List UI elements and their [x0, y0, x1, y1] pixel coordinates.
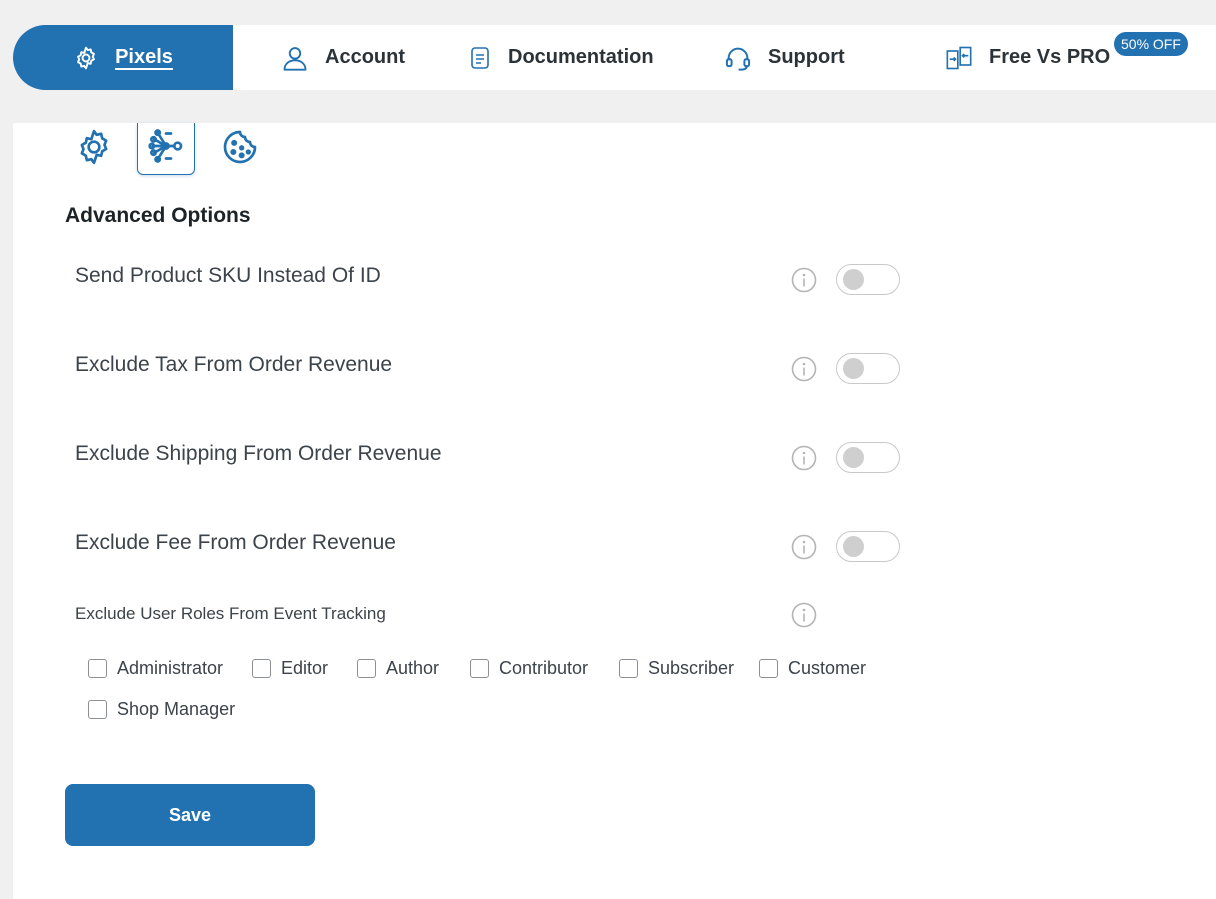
cookie-icon: [220, 127, 260, 172]
checkbox-label: Author: [386, 658, 440, 678]
checkbox-label: Contributor: [499, 658, 589, 678]
checkbox-contributor[interactable]: Contributor: [470, 658, 588, 679]
checkbox-label: Administrator: [117, 658, 224, 678]
checkbox-label: Editor: [281, 658, 329, 678]
option-label: Exclude Fee From Order Revenue: [75, 531, 396, 554]
toggle-send-sku[interactable]: [836, 264, 900, 295]
user-icon: [281, 44, 309, 72]
gear-icon: [73, 45, 99, 71]
headset-icon: [724, 44, 752, 72]
checkbox-box[interactable]: [470, 659, 489, 678]
compare-icon: [945, 44, 973, 72]
tab-label: Documentation: [508, 46, 654, 68]
checkbox-box[interactable]: [759, 659, 778, 678]
checkbox-box[interactable]: [88, 700, 107, 719]
user-roles-label: Exclude User Roles From Event Tracking: [75, 604, 386, 623]
info-icon[interactable]: [791, 267, 817, 293]
discount-badge: 50% OFF: [1114, 32, 1188, 56]
settings-panel: Advanced Options Send Product SKU Instea…: [13, 123, 1216, 899]
tab-label: Support: [768, 46, 845, 68]
toggle-exclude-shipping[interactable]: [836, 442, 900, 473]
tab-label: Account: [325, 46, 405, 68]
checkbox-box[interactable]: [252, 659, 271, 678]
gear-icon: [74, 127, 114, 172]
checkbox-box[interactable]: [357, 659, 376, 678]
checkbox-administrator[interactable]: Administrator: [88, 658, 223, 679]
save-button[interactable]: Save: [65, 784, 315, 846]
tab-pixels[interactable]: Pixels: [13, 25, 233, 90]
checkbox-box[interactable]: [619, 659, 638, 678]
tab-support[interactable]: Support: [724, 25, 845, 90]
tab-free-vs-pro[interactable]: Free Vs PRO: [945, 25, 1110, 90]
checkbox-shop-manager[interactable]: Shop Manager: [88, 699, 235, 720]
option-label: Send Product SKU Instead Of ID: [75, 264, 381, 287]
toggle-knob: [843, 447, 864, 468]
subtab-advanced[interactable]: [137, 123, 195, 175]
tab-documentation[interactable]: Documentation: [468, 25, 654, 90]
network-icon: [146, 126, 186, 171]
document-icon: [468, 45, 492, 71]
info-icon[interactable]: [791, 356, 817, 382]
tab-label: Pixels: [115, 46, 173, 68]
checkbox-customer[interactable]: Customer: [759, 658, 866, 679]
toggle-knob: [843, 269, 864, 290]
checkbox-author[interactable]: Author: [357, 658, 439, 679]
top-nav: Pixels Account Documentation Support Fre…: [13, 25, 1216, 90]
checkbox-box[interactable]: [88, 659, 107, 678]
info-icon[interactable]: [791, 602, 817, 628]
checkbox-subscriber[interactable]: Subscriber: [619, 658, 734, 679]
tab-account[interactable]: Account: [281, 25, 405, 90]
subtab-cookies[interactable]: [211, 123, 269, 175]
checkbox-label: Subscriber: [648, 658, 735, 678]
tab-label: Free Vs PRO: [989, 46, 1111, 68]
option-label: Exclude Tax From Order Revenue: [75, 353, 393, 376]
toggle-exclude-fee[interactable]: [836, 531, 900, 562]
toggle-exclude-tax[interactable]: [836, 353, 900, 384]
info-icon[interactable]: [791, 534, 817, 560]
option-label: Exclude Shipping From Order Revenue: [75, 442, 442, 465]
checkbox-label: Customer: [788, 658, 867, 678]
subtab-general[interactable]: [65, 123, 123, 175]
checkbox-label: Shop Manager: [117, 699, 236, 719]
toggle-knob: [843, 358, 864, 379]
checkbox-editor[interactable]: Editor: [252, 658, 328, 679]
info-icon[interactable]: [791, 445, 817, 471]
toggle-knob: [843, 536, 864, 557]
section-title: Advanced Options: [65, 204, 251, 227]
